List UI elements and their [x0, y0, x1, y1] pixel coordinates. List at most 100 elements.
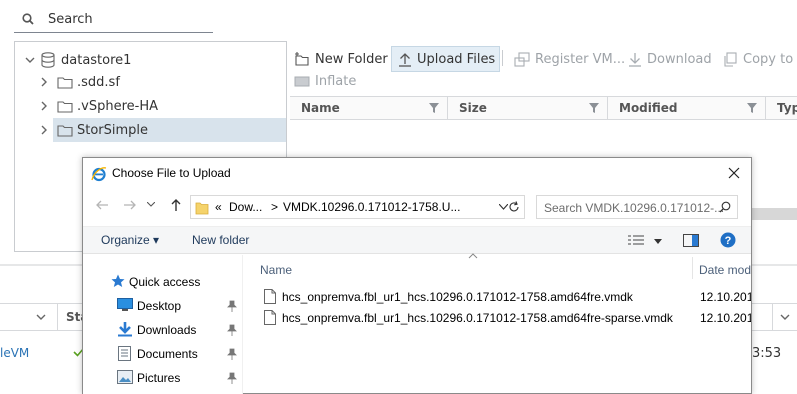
breadcrumb-vmdk-folder[interactable]: VMDK.10296.0.171012-1758.U...	[283, 200, 460, 214]
internet-explorer-icon	[91, 167, 107, 182]
register-vm-label: Register VM...	[535, 51, 626, 67]
download-button[interactable]: Download	[628, 46, 712, 72]
refresh-button[interactable]	[504, 195, 525, 219]
dialog-navigation: « Dow... > VMDK.10296.0.171012-1758.U...…	[83, 192, 751, 222]
chevron-down-icon[interactable]	[36, 312, 46, 322]
nav-pictures[interactable]: Pictures	[83, 367, 243, 389]
download-label: Download	[647, 51, 712, 67]
recent-locations-icon[interactable]	[147, 202, 155, 208]
download-icon	[629, 52, 641, 67]
copy-icon	[724, 51, 737, 67]
copy-to-button[interactable]: Copy to	[723, 46, 793, 72]
nav-desktop[interactable]: Desktop	[83, 295, 243, 317]
pin-icon[interactable]	[227, 324, 237, 336]
new-folder-icon	[295, 51, 309, 66]
svg-text:?: ?	[725, 235, 732, 247]
breadcrumb-downloads[interactable]: Dow...	[229, 200, 262, 214]
nav-item-label: Desktop	[137, 299, 182, 313]
help-icon[interactable]: ?	[720, 232, 736, 248]
up-arrow-icon[interactable]	[169, 198, 183, 212]
pin-icon[interactable]	[227, 300, 237, 312]
tree-root-label: datastore1	[61, 52, 132, 68]
chevron-down-icon[interactable]	[780, 312, 790, 322]
address-bar[interactable]: « Dow... > VMDK.10296.0.171012-1758.U...	[190, 195, 525, 219]
chevron-right-icon[interactable]	[39, 77, 49, 87]
refresh-icon	[509, 201, 519, 212]
task-time: 3:53	[752, 346, 782, 361]
register-vm-icon	[514, 51, 530, 67]
inflate-button[interactable]: Inflate	[294, 68, 356, 94]
file-icon	[264, 310, 276, 325]
column-label: Size	[459, 101, 487, 115]
view-options-icon[interactable]	[628, 235, 644, 246]
filter-icon[interactable]	[429, 103, 439, 113]
close-icon[interactable]	[727, 166, 741, 180]
tree-item-vsphere-ha[interactable]: .vSphere-HA	[15, 94, 286, 118]
nav-item-label: Downloads	[137, 323, 197, 337]
column-divider[interactable]	[692, 257, 693, 279]
filter-icon[interactable]	[747, 103, 757, 113]
filter-icon[interactable]	[589, 103, 599, 113]
preview-pane-icon[interactable]	[683, 234, 699, 247]
file-row[interactable]: hcs_onpremva.fbl_ur1_hcs.10296.0.171012-…	[244, 307, 751, 329]
tree-root-datastore1[interactable]: datastore1	[15, 48, 286, 72]
sort-ascending-icon	[468, 253, 478, 259]
dialog-title: Choose File to Upload	[112, 166, 231, 180]
file-list: Name Date mod hcs_onpremva.fbl_ur1_hcs.1…	[244, 253, 751, 394]
file-name: hcs_onpremva.fbl_ur1_hcs.10296.0.171012-…	[282, 311, 673, 325]
column-name[interactable]: Name	[290, 97, 448, 119]
organize-label: Organize	[101, 233, 150, 247]
pin-icon[interactable]	[227, 372, 237, 384]
tree-item-storsimple[interactable]: StorSimple	[41, 118, 286, 142]
column-label: Modified	[619, 101, 678, 115]
column-size[interactable]: Size	[448, 97, 608, 119]
new-folder-command[interactable]: New folder	[192, 233, 249, 247]
date-column-header[interactable]: Date mod	[699, 263, 751, 277]
folder-icon	[57, 125, 73, 137]
column-divider	[57, 304, 58, 330]
file-name: hcs_onpremva.fbl_ur1_hcs.10296.0.171012-…	[282, 290, 633, 304]
breadcrumb-separator[interactable]: >	[271, 200, 278, 214]
nav-documents[interactable]: Documents	[83, 343, 243, 365]
nav-item-label: Quick access	[129, 275, 201, 289]
nav-item-label: Documents	[137, 347, 198, 361]
pin-icon[interactable]	[227, 348, 237, 360]
forward-arrow-icon[interactable]	[123, 198, 137, 212]
name-column-header[interactable]: Name	[260, 263, 292, 277]
new-folder-label: New Folder	[315, 51, 388, 67]
downloads-icon	[118, 322, 132, 337]
chevron-down-icon[interactable]	[654, 239, 662, 244]
star-icon	[111, 274, 125, 287]
upload-files-button[interactable]: Upload Files	[391, 46, 501, 72]
register-vm-button[interactable]: Register VM...	[514, 46, 625, 72]
column-modified[interactable]: Modified	[608, 97, 766, 119]
organize-menu[interactable]: Organize ▾	[101, 233, 159, 247]
search-icon	[22, 13, 34, 25]
search-bar[interactable]	[14, 5, 213, 33]
choose-file-dialog: Choose File to Upload « Dow... > VMDK.10…	[82, 157, 752, 394]
tree-item-sdd-sf[interactable]: .sdd.sf	[15, 70, 286, 94]
file-row[interactable]: hcs_onpremva.fbl_ur1_hcs.10296.0.171012-…	[244, 286, 751, 308]
upload-icon	[399, 52, 411, 67]
nav-quick-access[interactable]: Quick access	[83, 271, 243, 293]
tree-item-label: .vSphere-HA	[77, 98, 158, 114]
chevron-down-icon[interactable]	[25, 55, 35, 65]
tree-item-label: .sdd.sf	[77, 74, 120, 90]
chevron-right-icon[interactable]	[39, 125, 49, 135]
nav-downloads[interactable]: Downloads	[83, 319, 243, 341]
chevron-right-icon[interactable]	[39, 101, 49, 111]
folder-icon	[195, 202, 209, 215]
column-type[interactable]: Typ	[766, 97, 797, 119]
desktop-icon	[117, 298, 133, 311]
vm-link[interactable]: leVM	[0, 346, 29, 360]
search-icon	[719, 201, 731, 213]
inflate-label: Inflate	[315, 73, 357, 89]
column-divider	[772, 304, 773, 330]
back-arrow-icon[interactable]	[95, 198, 109, 212]
toolbar-divider	[502, 50, 503, 66]
search-input[interactable]	[48, 9, 208, 29]
breadcrumb-overflow[interactable]: «	[215, 200, 222, 214]
dialog-search-box[interactable]: Search VMDK.10296.0.171012-...	[536, 195, 738, 219]
column-label: Name	[301, 101, 340, 115]
dialog-command-bar: Organize ▾ New folder ?	[83, 226, 751, 254]
